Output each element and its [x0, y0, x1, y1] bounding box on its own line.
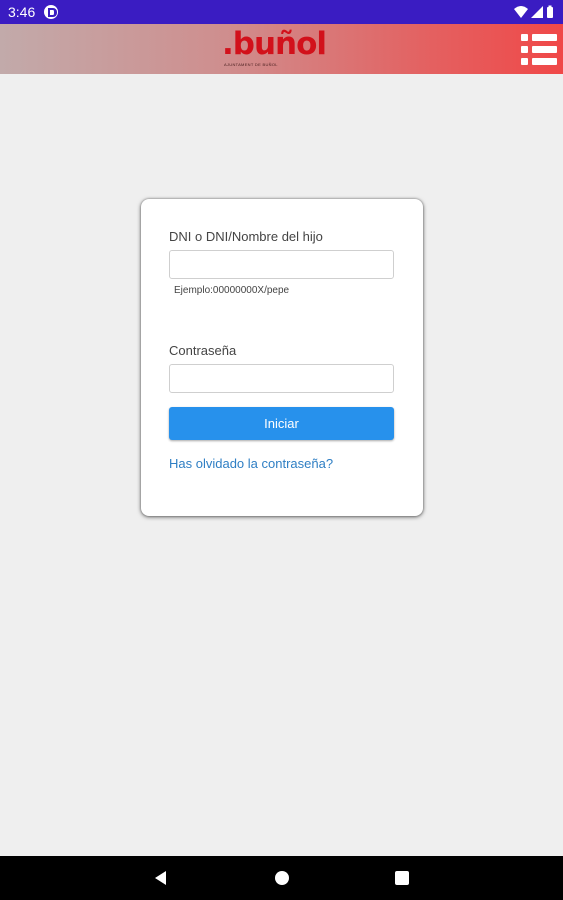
- recents-icon[interactable]: [392, 868, 412, 888]
- username-input[interactable]: [169, 250, 394, 279]
- password-label: Contraseña: [169, 343, 237, 358]
- menu-row: [521, 34, 557, 41]
- list-menu-icon[interactable]: [521, 33, 557, 65]
- navigation-bar: [0, 856, 563, 900]
- buñol-logo: .buñol AJUNTAMENT DE BUÑOL: [220, 27, 327, 71]
- back-icon[interactable]: [151, 868, 171, 888]
- battery-icon: [547, 7, 553, 18]
- logo-subtitle: AJUNTAMENT DE BUÑOL: [224, 62, 278, 67]
- status-icons-svg: [514, 5, 553, 18]
- wifi-icon: [514, 6, 528, 18]
- status-time: 3:46: [8, 4, 36, 20]
- app-header: .buñol AJUNTAMENT DE BUÑOL: [0, 24, 563, 74]
- forgot-password-link[interactable]: Has olvidado la contraseña?: [169, 456, 333, 472]
- home-icon[interactable]: [272, 868, 292, 888]
- status-bar: 3:46: [0, 0, 563, 24]
- menu-row: [521, 58, 557, 65]
- username-hint: Ejemplo:00000000X/pepe: [174, 285, 290, 296]
- signal-icon: [531, 6, 543, 18]
- pocket-p-icon: [44, 5, 58, 19]
- username-label: DNI o DNI/Nombre del hijo: [169, 229, 323, 244]
- login-card: DNI o DNI/Nombre del hijo Ejemplo:000000…: [141, 199, 423, 516]
- menu-row: [521, 46, 557, 53]
- status-icons: [513, 5, 555, 19]
- password-input[interactable]: [169, 364, 394, 393]
- logo-wordmark: buñol: [232, 26, 327, 62]
- login-button[interactable]: Iniciar: [169, 407, 394, 440]
- logo-text: .buñol: [222, 26, 327, 62]
